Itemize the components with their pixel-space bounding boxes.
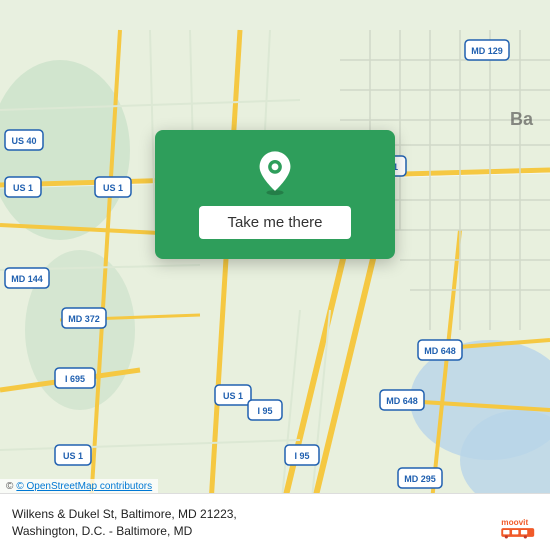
svg-text:US 1: US 1 (103, 183, 123, 193)
svg-text:MD 295: MD 295 (404, 474, 436, 484)
copyright-icon: © (6, 481, 13, 492)
location-pin-icon (251, 148, 299, 196)
svg-text:US 1: US 1 (63, 451, 83, 461)
address-text: Wilkens & Dukel St, Baltimore, MD 21223,… (12, 506, 490, 540)
svg-text:moovit: moovit (501, 518, 528, 527)
map-background: US 1 US 40 US 40 US 1 US 1 US 1 MD 144 M… (0, 0, 550, 550)
take-me-there-button[interactable]: Take me there (199, 206, 350, 239)
svg-text:US 1: US 1 (13, 183, 33, 193)
svg-text:MD 648: MD 648 (424, 346, 456, 356)
moovit-icon: moovit (500, 504, 538, 542)
address-line1: Wilkens & Dukel St, Baltimore, MD 21223, (12, 506, 490, 523)
bottom-bar: Wilkens & Dukel St, Baltimore, MD 21223,… (0, 493, 550, 550)
svg-text:MD 129: MD 129 (471, 46, 503, 56)
map-container: US 1 US 40 US 40 US 1 US 1 US 1 MD 144 M… (0, 0, 550, 550)
svg-text:Ba: Ba (510, 109, 534, 129)
overlay-panel: Take me there (155, 130, 395, 259)
svg-text:MD 144: MD 144 (11, 274, 43, 284)
svg-text:MD 648: MD 648 (386, 396, 418, 406)
svg-text:US 40: US 40 (11, 136, 36, 146)
moovit-logo: moovit (500, 504, 538, 542)
address-line2: Washington, D.C. - Baltimore, MD (12, 523, 490, 540)
svg-text:US 1: US 1 (223, 391, 243, 401)
copyright-bar: © © OpenStreetMap contributors (0, 479, 158, 494)
osm-link[interactable]: © OpenStreetMap contributors (16, 481, 152, 492)
svg-text:I 95: I 95 (294, 451, 309, 461)
svg-text:I 95: I 95 (257, 406, 272, 416)
svg-text:MD 372: MD 372 (68, 314, 100, 324)
svg-text:I 695: I 695 (65, 374, 85, 384)
